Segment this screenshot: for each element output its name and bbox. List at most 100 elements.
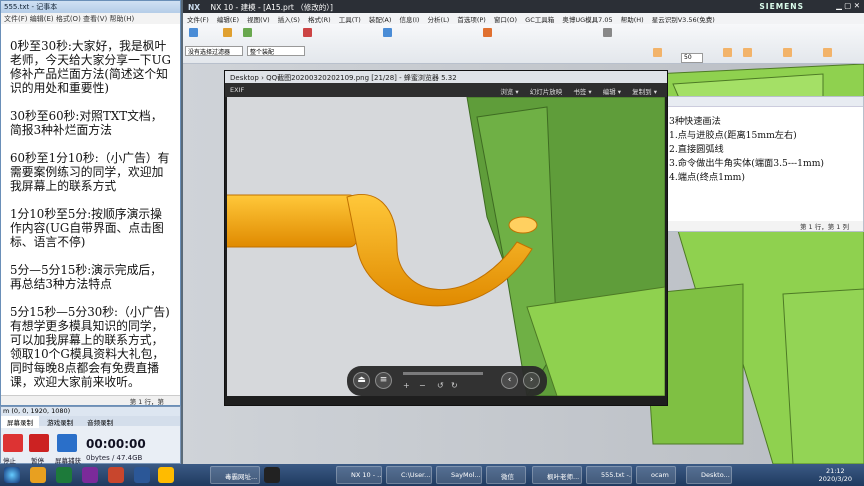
start-icon[interactable] xyxy=(189,28,198,37)
rotate-right-icon[interactable]: ↻ xyxy=(451,381,458,390)
start-button-icon[interactable] xyxy=(4,467,20,483)
image-viewer-toolbar: EXIF 浏览 ▾ 幻灯片放映 书签 ▾ 编辑 ▾ 复制到 ▾ xyxy=(225,83,667,97)
orange-cube-icon[interactable] xyxy=(783,48,792,57)
view-icon[interactable] xyxy=(603,28,612,37)
orange-cube-icon[interactable] xyxy=(723,48,732,57)
taskbar-item[interactable]: Deskto... xyxy=(686,466,732,484)
system-clock[interactable]: 21:12 2020/3/20 xyxy=(819,467,852,483)
info-line: 3.命令做出牛角实体(端面3.5---1mm) xyxy=(669,158,825,169)
menu-nebula[interactable]: 星云识别V3.56(免费) xyxy=(652,16,715,24)
rotate-left-icon[interactable]: ↺ xyxy=(437,381,444,390)
image-viewer-title: Desktop › QQ截图20200320202109.png [21/28]… xyxy=(225,71,667,83)
menu-preferences[interactable]: 首选项(P) xyxy=(457,16,486,24)
zoom-out-icon[interactable]: − xyxy=(419,381,426,390)
tab-screen-record[interactable]: 屏幕录制 xyxy=(1,416,39,428)
scope-select[interactable]: 整个装配 xyxy=(247,46,305,56)
pause-icon[interactable] xyxy=(29,434,49,452)
taskbar-item[interactable]: SayMol... xyxy=(436,466,482,484)
undo-icon[interactable] xyxy=(243,28,252,37)
notepad-title: 555.txt - 记事本 xyxy=(1,1,180,13)
ocam-icon[interactable] xyxy=(264,467,280,483)
next-icon[interactable]: › xyxy=(523,372,540,389)
notepad-menu[interactable]: 文件(F) 编辑(E) 格式(O) 查看(V) 帮助(H) xyxy=(1,13,180,24)
menu-view[interactable]: 视图(V) xyxy=(247,16,270,24)
menu-tools[interactable]: 工具(T) xyxy=(339,16,361,24)
info-line: 4.端点(终点1mm) xyxy=(669,172,745,183)
menu-insert[interactable]: 插入(S) xyxy=(278,16,300,24)
taskbar-item[interactable]: 微信 xyxy=(486,466,526,484)
note-paragraph: 60秒至1分10秒:（小广告）有需要案例练习的同学，欢迎加我屏幕上的联系方式 xyxy=(10,151,170,193)
snap-icon[interactable] xyxy=(383,28,392,37)
notepad-window: 555.txt - 记事本 文件(F) 编辑(E) 格式(O) 查看(V) 帮助… xyxy=(0,0,181,406)
viewer-image xyxy=(227,97,665,396)
orange-cube-icon[interactable] xyxy=(653,48,662,57)
excel-icon[interactable] xyxy=(56,467,72,483)
word-icon[interactable] xyxy=(134,467,150,483)
exif-button[interactable]: EXIF xyxy=(230,86,244,94)
nx-title-bar: NX NX 10 - 建模 - [A15.prt （修改的）] SIEMENS … xyxy=(183,0,864,13)
orange-cube-icon[interactable] xyxy=(743,48,752,57)
info-line: 2.直接圆弧线 xyxy=(669,144,724,155)
bookmark-button[interactable]: 书签 ▾ xyxy=(573,88,591,96)
stop-icon[interactable] xyxy=(3,434,23,452)
taskbar-item[interactable]: 毒霸网址... xyxy=(210,466,260,484)
windows-taskbar: 毒霸网址... NX 10 - ... C:\User... SayMol...… xyxy=(0,464,864,486)
recorder-title: m (0, 0, 1920, 1080) xyxy=(1,407,180,416)
nx-logo: NX xyxy=(188,3,201,12)
menu-icon[interactable]: ≡ xyxy=(375,372,392,389)
menu-help[interactable]: 帮助(H) xyxy=(621,16,644,24)
notepad-status-bar: 第 1 行，第 xyxy=(1,395,180,406)
menu-edit[interactable]: 编辑(E) xyxy=(217,16,239,24)
note-paragraph: 5分15秒—5分30秒:（小广告)有想学更多模具知识的同学，可以加我屏幕上的联系… xyxy=(10,305,170,389)
edit-button[interactable]: 编辑 ▾ xyxy=(603,88,621,96)
info-line: 1.点与进胶点(距离15mm左右) xyxy=(669,130,797,141)
tab-game-record[interactable]: 游戏录制 xyxy=(41,416,79,428)
copy-to-button[interactable]: 复制到 ▾ xyxy=(632,88,657,96)
browse-button[interactable]: 浏览 ▾ xyxy=(500,88,518,96)
menu-analysis[interactable]: 分析(L) xyxy=(428,16,450,24)
taskbar-item[interactable]: NX 10 - ... xyxy=(336,466,382,484)
taskbar-item[interactable]: ocam xyxy=(636,466,676,484)
orange-cube-icon[interactable] xyxy=(823,48,832,57)
taskbar-item[interactable]: 555.txt -... xyxy=(586,466,632,484)
menu-window[interactable]: 窗口(O) xyxy=(494,16,517,24)
info-line: 3种快速画法 xyxy=(669,116,721,127)
clock-date: 2020/3/20 xyxy=(818,475,852,483)
zoom-in-icon[interactable]: + xyxy=(403,381,410,390)
browser-icon[interactable] xyxy=(30,467,46,483)
zoom-slider[interactable] xyxy=(403,372,483,375)
powerpoint-icon[interactable] xyxy=(108,467,124,483)
taskbar-item[interactable]: C:\User... xyxy=(386,466,432,484)
note-paragraph: 1分10秒至5分:按顺序演示操作内容(UG自带界面、点击图标、语言不停) xyxy=(10,207,164,249)
info-panel: 3种快速画法 1.点与进胶点(距离15mm左右) 2.直接圆弧线 3.命令做出牛… xyxy=(666,96,864,232)
recording-time: 00:00:00 xyxy=(86,437,146,451)
info-status-bar: 第 1 行，第 1 列 xyxy=(667,221,863,231)
recording-size: 0bytes / 47.4GB xyxy=(86,454,143,462)
recorder-tabs: 屏幕录制 游戏录制 音频录制 xyxy=(1,416,180,428)
slideshow-button[interactable]: 幻灯片放映 xyxy=(530,88,563,96)
zoom-field[interactable]: 50 xyxy=(681,53,703,63)
notepad-text-area[interactable]: 0秒至30秒:大家好，我是枫叶老师，今天给大家分享一下UG修补产品烂面方法(简述… xyxy=(10,39,172,403)
clock-time: 21:12 xyxy=(825,467,845,475)
previous-icon[interactable]: ‹ xyxy=(501,372,518,389)
screen-capture-icon[interactable] xyxy=(57,434,77,452)
menu-assembly[interactable]: 装配(A) xyxy=(369,16,392,24)
qq-icon[interactable] xyxy=(158,467,174,483)
save-icon[interactable] xyxy=(223,28,232,37)
eject-icon[interactable]: ⏏ xyxy=(353,372,370,389)
menu-format[interactable]: 格式(R) xyxy=(308,16,331,24)
menu-file[interactable]: 文件(F) xyxy=(187,16,209,24)
tab-audio-record[interactable]: 音频录制 xyxy=(81,416,119,428)
hook-model-render xyxy=(227,97,665,396)
onenote-icon[interactable] xyxy=(82,467,98,483)
shape-icon[interactable] xyxy=(303,28,312,37)
mold-tool-icon[interactable] xyxy=(483,28,492,37)
menu-mold-plugin[interactable]: 奥博UG模具7.05 xyxy=(562,16,612,24)
taskbar-item[interactable]: 枫叶老师... xyxy=(532,466,582,484)
window-controls[interactable]: ▁ ▢ ✕ xyxy=(836,1,860,10)
note-paragraph: 30秒至60秒:对照TXT文档，简报3种补烂面方法 xyxy=(10,109,163,137)
menu-info[interactable]: 信息(I) xyxy=(399,16,419,24)
selection-filter-select[interactable]: 没有选择过滤器 xyxy=(185,46,243,56)
menu-gc-toolkit[interactable]: GC工具箱 xyxy=(525,16,554,24)
viewer-control-bar: ⏏ ≡ + − ↺ ↻ ‹ › xyxy=(347,366,547,396)
